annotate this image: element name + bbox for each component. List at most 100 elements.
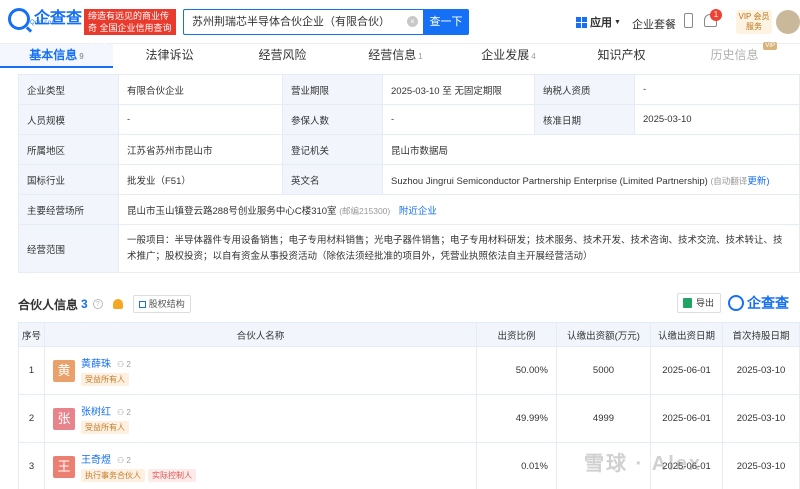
executive-partner-tag: 执行事务合伙人 — [81, 469, 145, 482]
postcode: (邮编215300) — [339, 205, 391, 216]
tab-ip[interactable]: 知识产权 — [565, 44, 678, 68]
first-holding-date: 2025-03-10 — [722, 346, 800, 395]
qcc-logo[interactable]: 企查查 — [8, 8, 82, 30]
info-row: 企业类型 有限合伙企业 营业期限 2025-03-10 至 无固定期限 纳税人资… — [18, 74, 800, 105]
table-row: 1 黄 黄薛珠 ⚇ 2 受益所有人 50.00% 5000 2025-06-01 … — [18, 346, 800, 395]
industry-key: 国标行业 — [18, 164, 119, 195]
tab-operation[interactable]: 经营信息 1 — [339, 44, 452, 68]
nearby-companies-link[interactable]: 附近企业 — [399, 206, 437, 217]
info-key: 人员规模 — [18, 104, 119, 135]
alert-bell-icon[interactable] — [112, 299, 123, 309]
contribution-ratio: 0.01% — [476, 442, 557, 489]
partner-name-link[interactable]: 张树红 — [81, 407, 111, 418]
info-value: - — [382, 104, 535, 135]
english-name-cell: Suzhou Jingrui Semiconductor Partnership… — [382, 164, 800, 195]
table-header-row: 序号 合伙人名称 出资比例 认缴出资额(万元) 认缴出资日期 首次持股日期 — [18, 322, 800, 347]
column-header[interactable]: 出资比例 — [476, 322, 557, 347]
watermark: 雪球 · Alex — [584, 453, 703, 475]
phone-icon[interactable] — [684, 13, 693, 28]
contribution-ratio: 49.99% — [476, 394, 557, 443]
help-icon[interactable]: ? — [92, 299, 103, 309]
column-header[interactable]: 首次持股日期 — [722, 322, 800, 347]
partner-cell: 王 王奇煜 ⚇ 2 执行事务合伙人 实际控制人 — [44, 442, 477, 489]
related-count[interactable]: ⚇ 2 — [117, 408, 131, 417]
grid-icon — [576, 16, 587, 28]
notification-badge: 1 — [710, 9, 722, 21]
info-key: 所属地区 — [18, 134, 119, 165]
subscribed-date: 2025-06-01 — [650, 394, 723, 443]
beneficial-owner-tag: 受益所有人 — [81, 373, 129, 386]
subscribed-amount: 4999 — [556, 394, 651, 443]
row-number: 1 — [18, 346, 45, 395]
column-header[interactable]: 认缴出资日期 — [650, 322, 723, 347]
contribution-ratio: 50.00% — [476, 346, 557, 395]
info-value: 江苏省苏州市昆山市 — [118, 134, 283, 165]
magnifier-logo-icon — [728, 295, 744, 311]
search-input[interactable]: 苏州荆瑞芯半导体合伙企业（有限合伙） — [183, 9, 423, 35]
partners-count: 3 — [81, 297, 88, 311]
tab-risk[interactable]: 经营风险 — [226, 44, 339, 68]
tab-development[interactable]: 企业发展 4 — [452, 44, 565, 68]
equity-structure-button[interactable]: 股权结构 — [132, 295, 191, 313]
info-value: - — [118, 104, 283, 135]
partner-name-link[interactable]: 黄薛珠 — [81, 359, 111, 370]
subscribed-amount: 5000 — [556, 346, 651, 395]
partners-header: 合伙人信息 3 ? 股权结构 — [18, 294, 191, 314]
partners-title: 合伙人信息 — [18, 297, 79, 312]
app-label: 应用 — [590, 17, 612, 29]
clear-icon[interactable]: × — [407, 16, 418, 27]
info-value: 昆山市数据局 — [382, 134, 800, 165]
tab-basic-info[interactable]: 基本信息 9 — [0, 44, 113, 68]
beneficial-owner-tag: 受益所有人 — [81, 421, 129, 434]
basic-info-table: 企业类型 有限合伙企业 营业期限 2025-03-10 至 无固定期限 纳税人资… — [18, 74, 800, 273]
user-avatar[interactable] — [776, 10, 800, 34]
first-holding-date: 2025-03-10 — [722, 394, 800, 443]
info-key: 核准日期 — [534, 104, 635, 135]
partner-avatar: 黄 — [53, 359, 75, 382]
info-row: 所属地区 江苏省苏州市昆山市 登记机关 昆山市数据局 — [18, 134, 800, 165]
info-row: 经营范围 一般项目：半导体器件专用设备销售；电子专用材料销售；光电子器件销售；电… — [18, 224, 800, 273]
related-count[interactable]: ⚇ 2 — [117, 456, 131, 465]
package-link[interactable]: 企业套餐 — [632, 16, 676, 32]
english-name-value: Suzhou Jingrui Semiconductor Partnership… — [391, 175, 708, 187]
scope-value: 一般项目：半导体器件专用设备销售；电子专用材料销售；光电子器件销售；电子专用材料… — [118, 224, 800, 273]
auto-translate-note: (自动翻译 — [710, 175, 748, 186]
info-key: 纳税人资质 — [534, 74, 635, 105]
info-key: 参保人数 — [282, 104, 383, 135]
info-value: 有限合伙企业 — [118, 74, 283, 105]
column-header: 序号 — [18, 322, 45, 347]
chevron-down-icon: ▼ — [614, 18, 621, 26]
search-button[interactable]: 查一下 — [423, 9, 469, 35]
vip-button[interactable]: VIP 会员服务 — [736, 10, 772, 34]
partner-name-link[interactable]: 王奇煜 — [81, 455, 111, 466]
info-key: 企业类型 — [18, 74, 119, 105]
row-number: 3 — [18, 442, 45, 489]
app-menu-button[interactable]: 应用 ▼ — [576, 14, 621, 30]
translate-update-link[interactable]: 更新) — [747, 176, 769, 187]
english-name-key: 英文名 — [282, 164, 383, 195]
info-row: 人员规模 - 参保人数 - 核准日期 2025-03-10 — [18, 104, 800, 135]
info-value: 2025-03-10 至 无固定期限 — [382, 74, 535, 105]
qcc-brand-logo: 企查查 — [728, 293, 789, 313]
top-header: 企查查 Qcc.com 缔造有远见的商业传奇 全国企业信用查询系统 苏州荆瑞芯半… — [0, 0, 800, 45]
column-header[interactable]: 认缴出资额(万元) — [556, 322, 651, 347]
address-cell: 昆山市玉山镇登云路288号创业服务中心C楼310室 (邮编215300) 附近企… — [118, 194, 800, 225]
info-value: 2025-03-10 — [634, 104, 800, 135]
export-button[interactable]: 导出 — [677, 293, 721, 313]
related-count[interactable]: ⚇ 2 — [117, 360, 131, 369]
partner-avatar: 王 — [53, 455, 75, 478]
scope-key: 经营范围 — [18, 224, 119, 273]
structure-icon — [138, 300, 146, 308]
excel-icon — [683, 298, 692, 308]
row-number: 2 — [18, 394, 45, 443]
address-key: 主要经营场所 — [18, 194, 119, 225]
partner-avatar: 张 — [53, 407, 75, 430]
tab-legal[interactable]: 法律诉讼 — [113, 44, 226, 68]
magnifier-logo-icon — [8, 8, 30, 30]
partner-cell: 黄 黄薛珠 ⚇ 2 受益所有人 — [44, 346, 477, 395]
first-holding-date: 2025-03-10 — [722, 442, 800, 489]
slogan-banner: 缔造有远见的商业传奇 全国企业信用查询系统 — [84, 9, 176, 45]
tab-history[interactable]: 历史信息 VIP — [678, 42, 791, 68]
address-value: 昆山市玉山镇登云路288号创业服务中心C楼310室 — [127, 205, 337, 217]
logo-subtext: Qcc.com — [30, 20, 58, 26]
